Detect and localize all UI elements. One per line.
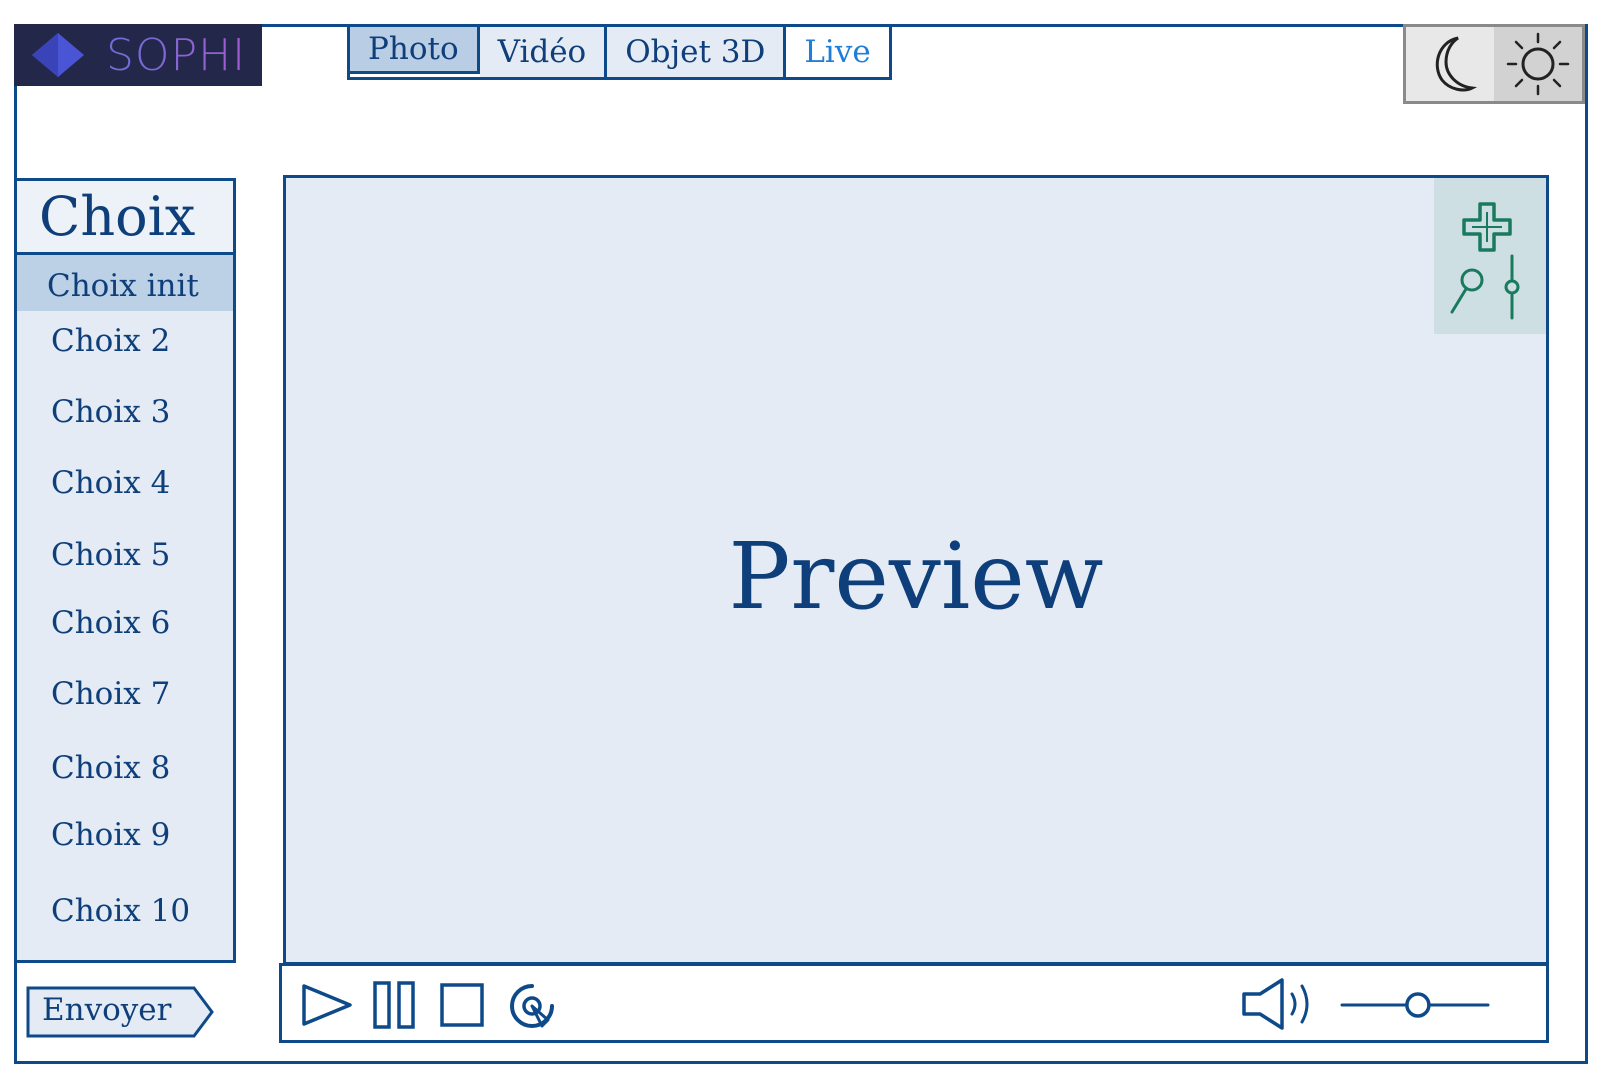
media-tabs: Photo Vidéo Objet 3D Live: [347, 24, 892, 80]
pause-icon[interactable]: [372, 980, 416, 1030]
choices-sidebar: Choix Choix init Choix 2 Choix 3 Choix 4…: [14, 178, 236, 963]
adjust-slider-icon[interactable]: [1500, 254, 1524, 320]
tools-panel: [1434, 178, 1546, 334]
sidebar-item-choix-2[interactable]: Choix 2: [17, 323, 233, 359]
tab-objet-3d[interactable]: Objet 3D: [607, 27, 787, 77]
sidebar-item-choix-6[interactable]: Choix 6: [17, 605, 233, 641]
volume-slider-knob[interactable]: [1405, 992, 1431, 1018]
tab-live[interactable]: Live: [786, 27, 889, 77]
sun-icon: [1506, 32, 1570, 96]
sidebar-item-choix-10[interactable]: Choix 10: [17, 893, 233, 929]
light-mode-button[interactable]: [1494, 27, 1582, 101]
send-button-label: Envoyer: [42, 992, 172, 1028]
logo-text: SOPHI: [106, 29, 247, 81]
sidebar-item-choix-7[interactable]: Choix 7: [17, 676, 233, 712]
replay-icon[interactable]: [506, 982, 558, 1032]
stop-icon[interactable]: [439, 982, 485, 1028]
play-icon[interactable]: [300, 982, 354, 1028]
playback-controls: [279, 963, 1549, 1043]
preview-area[interactable]: Preview: [283, 175, 1549, 965]
sidebar-item-choix-8[interactable]: Choix 8: [17, 750, 233, 786]
zoom-icon[interactable]: [1448, 266, 1488, 316]
sidebar-item-choix-init[interactable]: Choix init: [17, 255, 233, 311]
moon-icon: [1435, 36, 1478, 92]
send-button[interactable]: Envoyer: [26, 986, 214, 1038]
sidebar-item-choix-5[interactable]: Choix 5: [17, 537, 233, 573]
move-icon[interactable]: [1460, 200, 1514, 254]
logo-diamond-icon: [32, 33, 84, 77]
theme-toggle: [1403, 24, 1585, 104]
tab-photo[interactable]: Photo: [347, 24, 480, 74]
tab-video[interactable]: Vidéo: [479, 27, 608, 77]
volume-slider[interactable]: [1340, 990, 1490, 1020]
sidebar-item-choix-4[interactable]: Choix 4: [17, 465, 233, 501]
sidebar-item-choix-3[interactable]: Choix 3: [17, 394, 233, 430]
logo: SOPHI: [14, 24, 262, 86]
sidebar-item-choix-9[interactable]: Choix 9: [17, 817, 233, 853]
volume-icon[interactable]: [1240, 976, 1324, 1032]
dark-mode-button[interactable]: [1406, 27, 1494, 101]
sidebar-title: Choix: [17, 181, 233, 255]
preview-label: Preview: [728, 523, 1104, 630]
